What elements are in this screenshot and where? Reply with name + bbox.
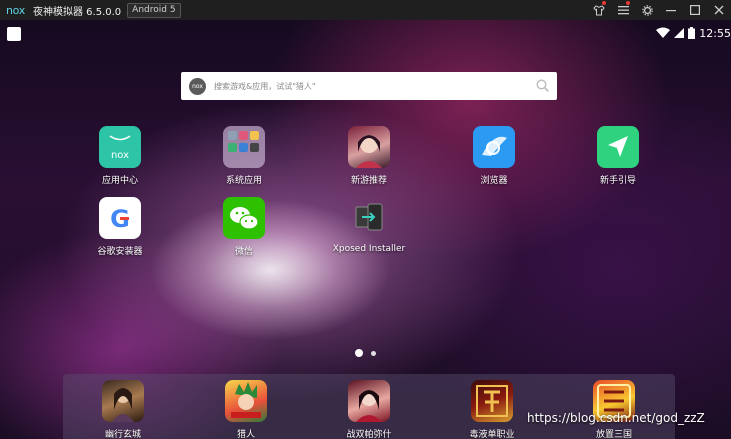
beginner-guide-icon bbox=[597, 126, 639, 168]
app-label: 毒液单职业 bbox=[469, 430, 515, 439]
app-system-apps[interactable]: 系统应用 bbox=[204, 126, 284, 186]
notification-square-icon bbox=[7, 27, 21, 41]
notification-dot bbox=[626, 1, 630, 5]
app-label: 谷歌安装器 bbox=[97, 247, 143, 257]
app-label: 猎人 bbox=[236, 430, 255, 439]
maximize-icon bbox=[690, 5, 700, 15]
search-icon[interactable] bbox=[536, 79, 549, 92]
dock-app-hunter[interactable]: 猎人 bbox=[206, 380, 286, 439]
game-punishing-icon bbox=[348, 380, 390, 422]
notification-dot bbox=[602, 1, 606, 5]
blog-watermark: https://blog.csdn.net/god_zzZ bbox=[527, 411, 705, 425]
game-hunter-icon bbox=[225, 380, 267, 422]
app-label: Xposed Installer bbox=[332, 244, 406, 254]
title-bar: nox 夜神模拟器 6.5.0.0 Android 5 bbox=[0, 0, 731, 20]
battery-icon bbox=[688, 27, 696, 39]
signal-icon bbox=[674, 28, 685, 38]
settings-button[interactable] bbox=[635, 0, 659, 20]
close-icon bbox=[714, 5, 724, 15]
xposed-installer-icon bbox=[348, 197, 390, 239]
window-title: 夜神模拟器 6.5.0.0 bbox=[32, 6, 122, 18]
app-label: 新手引导 bbox=[599, 176, 636, 186]
app-label: 幽行玄城 bbox=[104, 430, 141, 439]
wifi-icon bbox=[656, 27, 671, 38]
menu-icon bbox=[617, 6, 629, 15]
browser-icon bbox=[473, 126, 515, 168]
window-controls bbox=[587, 0, 731, 20]
nox-app-center-icon: nox bbox=[99, 126, 141, 168]
google-installer-icon: G bbox=[99, 197, 141, 239]
game-legend-icon bbox=[471, 380, 513, 422]
app-label: 应用中心 bbox=[101, 176, 138, 186]
nox-logo: nox bbox=[6, 3, 25, 17]
app-label: 系统应用 bbox=[225, 176, 262, 186]
dock-app-three-kingdoms[interactable]: 放置三国 bbox=[574, 380, 654, 439]
search-placeholder: 搜索游戏&应用，试试"猎人" bbox=[214, 81, 316, 91]
app-search-bar[interactable]: nox 搜索游戏&应用，试试"猎人" bbox=[181, 72, 557, 100]
emulator-window: nox 夜神模拟器 6.5.0.0 Android 5 12:55 nox 搜索… bbox=[0, 0, 731, 439]
close-button[interactable] bbox=[707, 0, 731, 20]
minimize-icon bbox=[666, 10, 676, 12]
page-indicator bbox=[355, 349, 376, 357]
shirt-icon bbox=[593, 4, 605, 15]
android-home-screen: 12:55 nox 搜索游戏&应用，试试"猎人" nox 应用中心 系统应用 新… bbox=[0, 20, 731, 439]
app-label: 放置三国 bbox=[595, 430, 632, 439]
game-youxingxuancheng-icon bbox=[102, 380, 144, 422]
maximize-button[interactable] bbox=[683, 0, 707, 20]
status-clock: 12:55 bbox=[699, 26, 731, 40]
status-bar: 12:55 bbox=[656, 24, 731, 42]
new-games-icon bbox=[348, 126, 390, 168]
minimize-button[interactable] bbox=[659, 0, 683, 20]
menu-button[interactable] bbox=[611, 0, 635, 20]
app-google-installer[interactable]: G 谷歌安装器 bbox=[80, 197, 160, 257]
android-version-badge: Android 5 bbox=[127, 2, 181, 18]
app-label: 新游推荐 bbox=[350, 176, 387, 186]
app-browser[interactable]: 浏览器 bbox=[454, 126, 534, 186]
dock-app-youxingxuancheng[interactable]: 幽行玄城 bbox=[83, 380, 163, 439]
app-label: 微信 bbox=[234, 247, 253, 257]
app-label: 浏览器 bbox=[480, 176, 508, 186]
gear-icon bbox=[641, 4, 653, 16]
svg-text:nox: nox bbox=[111, 150, 129, 161]
page-dot-active[interactable] bbox=[355, 349, 363, 357]
app-xposed-installer[interactable]: Xposed Installer bbox=[329, 197, 409, 254]
system-apps-folder-icon bbox=[223, 126, 265, 168]
dock-app-punishing[interactable]: 战双帕弥什 bbox=[329, 380, 409, 439]
app-app-center[interactable]: nox 应用中心 bbox=[80, 126, 160, 186]
app-label: 战双帕弥什 bbox=[346, 430, 392, 439]
app-beginner-guide[interactable]: 新手引导 bbox=[578, 126, 658, 186]
dock-app-legend[interactable]: 毒液单职业 bbox=[452, 380, 532, 439]
wechat-icon bbox=[223, 197, 265, 239]
page-dot[interactable] bbox=[371, 350, 376, 356]
app-new-games[interactable]: 新游推荐 bbox=[329, 126, 409, 186]
nox-search-logo: nox bbox=[189, 77, 206, 95]
app-wechat[interactable]: 微信 bbox=[204, 197, 284, 257]
theme-button[interactable] bbox=[587, 0, 611, 20]
